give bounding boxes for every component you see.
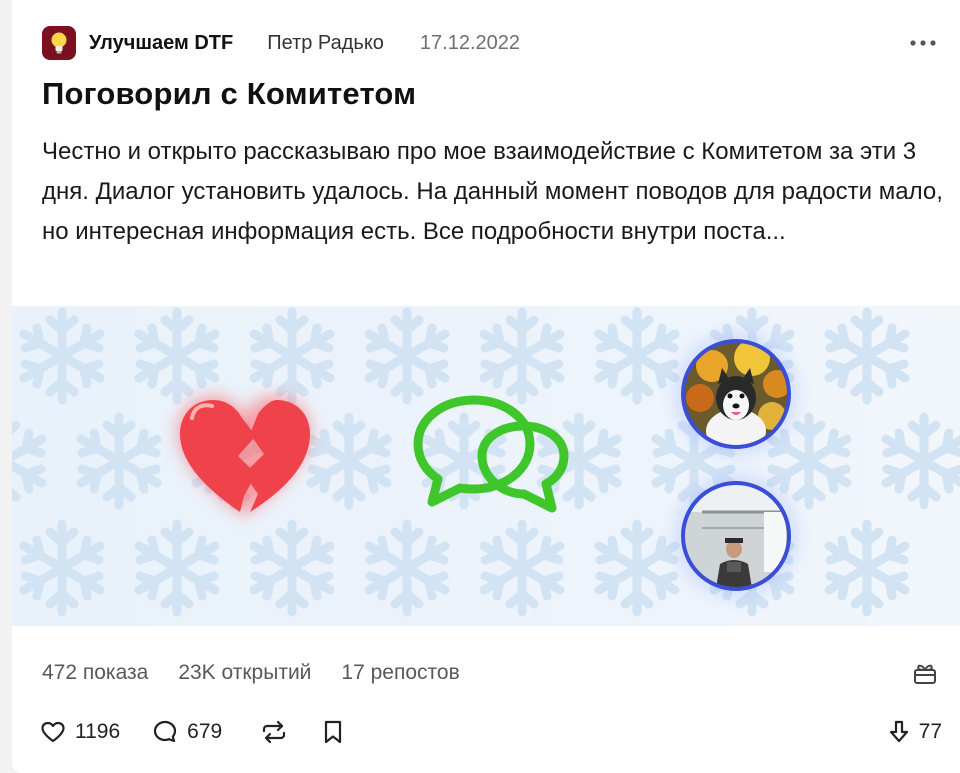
post-title[interactable]: Поговорил с Комитетом — [42, 76, 416, 112]
author-name[interactable]: Петр Радько — [267, 32, 384, 55]
lightbulb-icon — [51, 32, 67, 54]
heart-icon — [41, 721, 65, 743]
ellipsis-icon — [910, 40, 936, 46]
repost-arrows-icon — [263, 720, 286, 744]
reposts-count[interactable]: 17 репостов — [341, 661, 459, 685]
post-card: Улучшаем DTF Петр Радько 17.12.2022 Пого… — [12, 0, 960, 773]
more-options-button[interactable] — [908, 28, 938, 58]
views-count: 472 показа — [42, 661, 149, 684]
post-cover-image[interactable] — [12, 306, 960, 626]
user-avatar-man — [674, 474, 798, 598]
rating-button[interactable]: 77 — [888, 719, 942, 745]
post-excerpt[interactable]: Честно и открыто рассказываю про мое вза… — [42, 132, 947, 252]
comments-button[interactable]: 679 — [152, 719, 222, 745]
comment-bubble-icon — [154, 720, 177, 743]
post-header: Улучшаем DTF Петр Радько 17.12.2022 — [42, 26, 938, 60]
rating-count: 77 — [918, 720, 942, 743]
bookmark-button[interactable] — [322, 719, 344, 745]
arrow-down-icon — [889, 720, 908, 743]
repost-button[interactable] — [260, 719, 288, 745]
subsite-name[interactable]: Улучшаем DTF — [89, 32, 233, 55]
user-avatar-dog — [674, 332, 798, 456]
comments-count: 679 — [187, 720, 223, 743]
bookmark-icon — [325, 720, 342, 744]
post-date[interactable]: 17.12.2022 — [420, 32, 520, 55]
gift-button[interactable] — [910, 658, 940, 688]
subsite-avatar[interactable] — [42, 26, 76, 60]
like-button[interactable]: 1196 — [40, 720, 120, 744]
gift-icon — [914, 664, 936, 684]
opens-count: 23K открытий — [178, 661, 312, 684]
likes-count: 1196 — [75, 720, 121, 743]
post-actions: 1196 679 77 — [40, 714, 942, 750]
post-stats: 472 показа 23K открытий 17 репостов — [42, 657, 940, 689]
